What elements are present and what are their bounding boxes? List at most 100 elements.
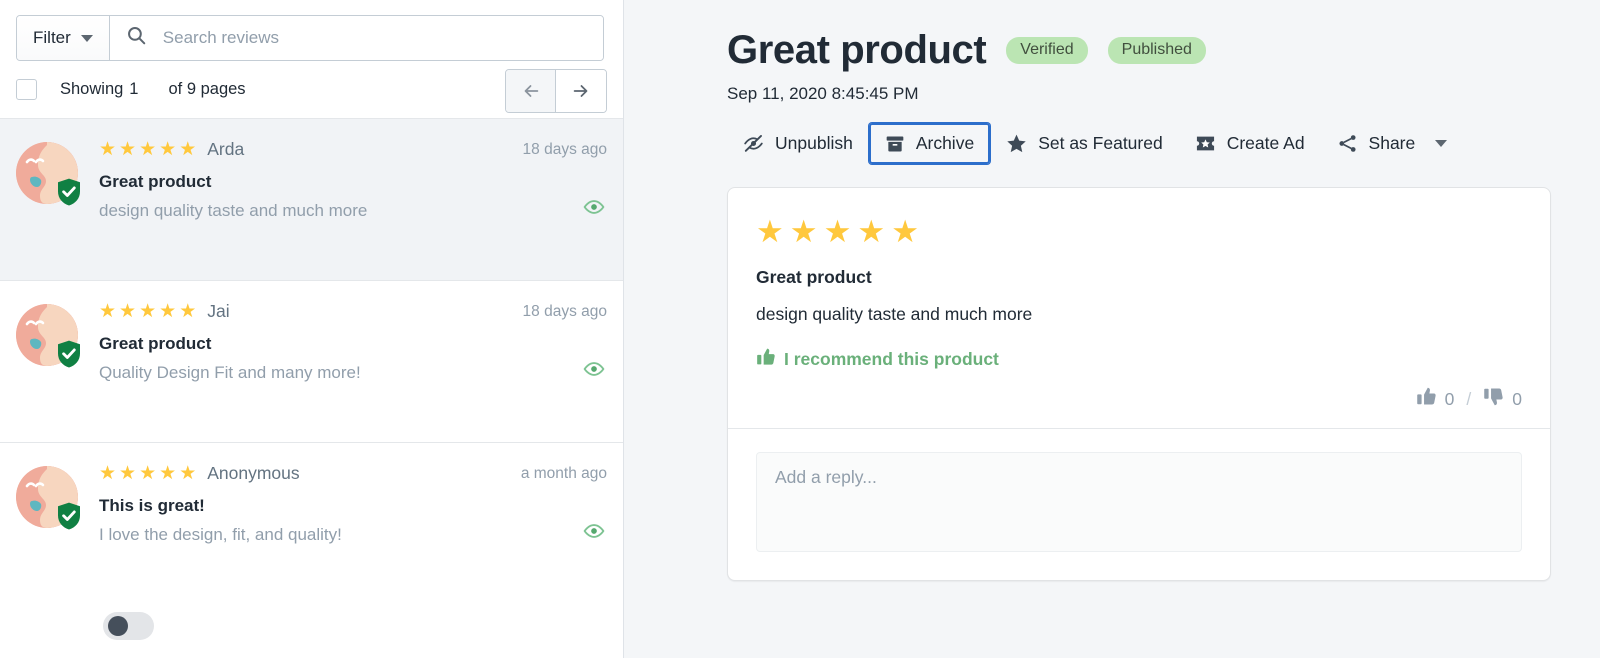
list-item-body: ★ ★ ★ ★ ★ Arda 18 days ago Great product… bbox=[99, 139, 607, 260]
star-icon: ★ bbox=[139, 139, 157, 160]
prev-page-button[interactable] bbox=[506, 70, 556, 112]
select-all-checkbox[interactable] bbox=[16, 79, 37, 100]
star-icon: ★ bbox=[139, 463, 157, 484]
reviewer-name: Anonymous bbox=[207, 463, 300, 483]
filter-bar: Filter bbox=[0, 0, 623, 61]
review-text: I love the design, fit, and quality! bbox=[99, 525, 342, 544]
recommend-label: I recommend this product bbox=[756, 347, 1522, 372]
recommend-text: I recommend this product bbox=[784, 349, 999, 369]
detail-header: Great product Verified Published bbox=[727, 30, 1600, 70]
filter-label: Filter bbox=[33, 28, 71, 47]
showing-count: 1 bbox=[129, 80, 139, 98]
chevron-down-icon bbox=[1435, 140, 1448, 147]
review-text: design quality taste and much more bbox=[99, 201, 368, 220]
search-field-wrap[interactable] bbox=[109, 16, 603, 60]
star-icon: ★ bbox=[891, 214, 919, 249]
star-icon: ★ bbox=[99, 463, 117, 484]
star-icon: ★ bbox=[857, 214, 886, 249]
upvote-count: 0 bbox=[1444, 388, 1455, 409]
thumbs-down-icon[interactable] bbox=[1483, 386, 1504, 412]
verified-shield-icon bbox=[56, 340, 82, 368]
list-item[interactable]: ★ ★ ★ ★ ★ Jai 18 days ago Great product … bbox=[0, 281, 623, 443]
review-date: Sep 11, 2020 8:45:45 PM bbox=[727, 84, 919, 103]
thumbs-up-icon[interactable] bbox=[1416, 386, 1437, 412]
star-icon: ★ bbox=[119, 301, 137, 322]
reply-section: Add a reply... bbox=[728, 428, 1550, 580]
share-label: Share bbox=[1368, 133, 1416, 153]
search-icon bbox=[126, 25, 147, 51]
next-page-button[interactable] bbox=[556, 70, 606, 112]
list-item[interactable]: ★ ★ ★ ★ ★ Anonymous a month ago This is … bbox=[0, 443, 623, 605]
unpublish-button[interactable]: Unpublish bbox=[727, 123, 869, 164]
star-icon bbox=[1006, 133, 1027, 154]
rating-stars: ★ ★ ★ ★ ★ bbox=[99, 140, 196, 159]
verified-shield-icon bbox=[56, 502, 82, 530]
arrow-left-icon bbox=[520, 80, 542, 102]
rating-stars: ★ ★ ★ ★ ★ bbox=[99, 464, 196, 483]
vote-separator: / bbox=[1466, 388, 1472, 409]
list-item[interactable]: ★ ★ ★ ★ ★ Arda 18 days ago Great product… bbox=[0, 119, 623, 281]
eye-icon[interactable] bbox=[583, 196, 605, 223]
review-card-content: ★ ★ ★ ★ ★ Great product design quality t… bbox=[728, 188, 1550, 372]
ad-ticket-icon bbox=[1195, 133, 1216, 154]
page-title: Great product bbox=[727, 28, 987, 72]
arrow-right-icon bbox=[570, 80, 592, 102]
rating-stars: ★ ★ ★ ★ ★ bbox=[99, 302, 196, 321]
downvote-count: 0 bbox=[1512, 388, 1522, 409]
thumbs-up-icon bbox=[756, 347, 776, 372]
star-icon: ★ bbox=[159, 139, 177, 160]
review-timestamp: a month ago bbox=[520, 465, 607, 482]
review-timestamp: 18 days ago bbox=[522, 303, 607, 320]
star-icon: ★ bbox=[139, 301, 157, 322]
star-icon: ★ bbox=[823, 214, 852, 249]
chevron-down-icon bbox=[80, 34, 93, 42]
review-timestamp: 18 days ago bbox=[522, 141, 607, 158]
star-icon: ★ bbox=[789, 214, 818, 249]
archive-button[interactable]: Archive bbox=[868, 123, 991, 164]
star-icon: ★ bbox=[159, 463, 177, 484]
rating-stars: ★ ★ ★ ★ ★ bbox=[756, 216, 1522, 247]
star-icon: ★ bbox=[179, 139, 197, 160]
status-badge-published: Published bbox=[1107, 36, 1206, 64]
verified-shield-icon bbox=[56, 178, 82, 206]
eye-icon[interactable] bbox=[583, 358, 605, 385]
toggle-knob bbox=[108, 616, 128, 636]
vote-counts: 0 / 0 bbox=[728, 386, 1550, 428]
list-item-body: ★ ★ ★ ★ ★ Anonymous a month ago This is … bbox=[99, 463, 607, 585]
pagination bbox=[505, 69, 607, 113]
reviews-app: Filter Showing1 of 9 bbox=[0, 0, 1600, 658]
publish-toggle[interactable] bbox=[103, 612, 154, 640]
review-detail-card: ★ ★ ★ ★ ★ Great product design quality t… bbox=[727, 187, 1551, 581]
avatar bbox=[16, 466, 80, 530]
reviews-list-panel: Filter Showing1 of 9 bbox=[0, 0, 624, 658]
star-icon: ★ bbox=[99, 301, 117, 322]
status-badge-verified: Verified bbox=[1006, 36, 1088, 64]
archive-box-icon bbox=[885, 134, 905, 154]
set-as-featured-button[interactable]: Set as Featured bbox=[990, 123, 1179, 164]
avatar bbox=[16, 304, 80, 368]
star-icon: ★ bbox=[119, 463, 137, 484]
filter-button[interactable]: Filter bbox=[17, 16, 110, 60]
archive-label: Archive bbox=[915, 133, 975, 153]
share-button[interactable]: Share bbox=[1321, 123, 1464, 164]
star-icon: ★ bbox=[119, 139, 137, 160]
reviewer-name: Jai bbox=[207, 301, 230, 321]
showing-text: Showing bbox=[60, 80, 124, 98]
search-input[interactable] bbox=[160, 27, 587, 49]
eye-icon[interactable] bbox=[583, 520, 605, 547]
list-toolbar: Showing 1 of 9 pages bbox=[0, 61, 623, 119]
action-toolbar: Unpublish Archive Set as Featured Create… bbox=[727, 123, 1600, 164]
review-text: Quality Design Fit and many more! bbox=[99, 363, 361, 382]
review-title: This is great! bbox=[99, 496, 205, 515]
review-title: Great product bbox=[756, 267, 872, 287]
reply-input[interactable]: Add a reply... bbox=[756, 452, 1522, 552]
of-pages-label: of 9 pages bbox=[168, 80, 246, 98]
share-nodes-icon bbox=[1337, 133, 1358, 154]
set-as-featured-label: Set as Featured bbox=[1038, 133, 1163, 153]
avatar bbox=[16, 142, 80, 206]
filter-search-group: Filter bbox=[16, 15, 604, 61]
star-icon: ★ bbox=[159, 301, 177, 322]
review-text: design quality taste and much more bbox=[756, 304, 1033, 324]
star-icon: ★ bbox=[99, 139, 117, 160]
create-ad-button[interactable]: Create Ad bbox=[1179, 123, 1321, 164]
